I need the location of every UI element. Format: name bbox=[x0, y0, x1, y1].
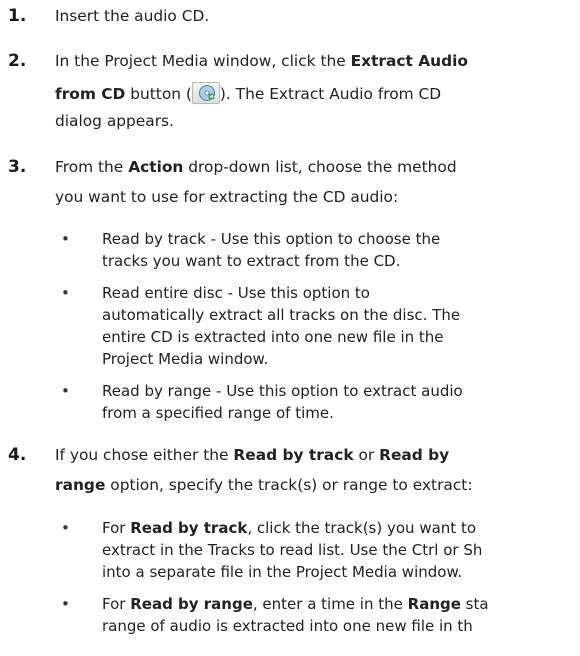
bullet-line: Read by range - Use this option to extra… bbox=[102, 382, 463, 400]
bullet-line: Project Media window. bbox=[102, 350, 269, 368]
step-text: option, specify the track(s) or range to… bbox=[105, 476, 473, 494]
step-line: From the Action drop-down list, choose t… bbox=[55, 158, 457, 176]
bullet-line: Read by track - Use this option to choos… bbox=[102, 230, 441, 248]
step-text: If you chose either the bbox=[55, 446, 234, 464]
step-line: you want to use for extracting the CD au… bbox=[55, 188, 399, 206]
step-number: 1. bbox=[8, 6, 27, 26]
ui-term-action: Action bbox=[128, 158, 184, 176]
bullet-marker: • bbox=[61, 595, 70, 613]
step-line: from CD button ( ). The Extract Audio fro… bbox=[55, 82, 441, 104]
step-number: 2. bbox=[8, 51, 27, 71]
ui-term-range: range bbox=[55, 476, 106, 494]
bullet-line: into a separate file in the Project Medi… bbox=[102, 563, 463, 581]
instructions-document: 1. Insert the audio CD. 2. In the Projec… bbox=[0, 0, 580, 656]
step-text: or bbox=[353, 446, 380, 464]
bullet-line: automatically extract all tracks on the … bbox=[102, 306, 461, 324]
step-line: If you chose either the Read by track or… bbox=[55, 446, 449, 464]
extract-audio-from-cd-icon bbox=[191, 82, 220, 104]
step-text: drop-down list, choose the method bbox=[183, 158, 457, 176]
bullet-line: range of audio is extracted into one new… bbox=[102, 617, 473, 635]
bullet-line: For Read by track, click the track(s) yo… bbox=[102, 519, 476, 537]
ui-term-from-cd: from CD bbox=[55, 85, 126, 103]
step-text: ). The Extract Audio from CD bbox=[219, 85, 442, 103]
bullet-marker: • bbox=[61, 382, 70, 400]
ui-term-read-by-range: Read by range bbox=[130, 595, 253, 613]
ui-term-read-by-track: Read by track bbox=[233, 446, 354, 464]
ui-term-range: Range bbox=[407, 595, 461, 613]
ui-term-extract-audio: Extract Audio bbox=[350, 52, 468, 70]
ui-term-read-by-track: Read by track bbox=[130, 519, 248, 537]
bullet-marker: • bbox=[61, 284, 70, 302]
step-line: range option, specify the track(s) or ra… bbox=[55, 476, 473, 494]
step-text: , enter a time in the bbox=[252, 595, 408, 613]
step-text: button ( bbox=[125, 85, 192, 103]
ui-term-read-by: Read by bbox=[379, 446, 450, 464]
bullet-marker: • bbox=[61, 230, 70, 248]
step-text: For bbox=[102, 595, 131, 613]
step-line: In the Project Media window, click the E… bbox=[55, 52, 468, 70]
bullet-marker: • bbox=[61, 519, 70, 537]
bullet-line: entire CD is extracted into one new file… bbox=[102, 328, 444, 346]
step-number: 4. bbox=[8, 445, 27, 465]
step-number: 3. bbox=[8, 157, 27, 177]
step-text: In the Project Media window, click the bbox=[55, 52, 351, 70]
bullet-line: Read entire disc - Use this option to bbox=[102, 284, 370, 302]
step-text: For bbox=[102, 519, 131, 537]
step-text: Insert the audio CD. bbox=[55, 7, 210, 25]
bullet-line: extract in the Tracks to read list. Use … bbox=[102, 541, 483, 559]
bullet-line: from a specified range of time. bbox=[102, 404, 334, 422]
bullet-line: tracks you want to extract from the CD. bbox=[102, 252, 401, 270]
step-text: From the bbox=[55, 158, 129, 176]
step-line: dialog appears. bbox=[55, 112, 174, 130]
step-text: , click the track(s) you want to bbox=[247, 519, 476, 537]
bullet-line: For Read by range, enter a time in the R… bbox=[102, 595, 489, 613]
step-text: sta bbox=[460, 595, 489, 613]
